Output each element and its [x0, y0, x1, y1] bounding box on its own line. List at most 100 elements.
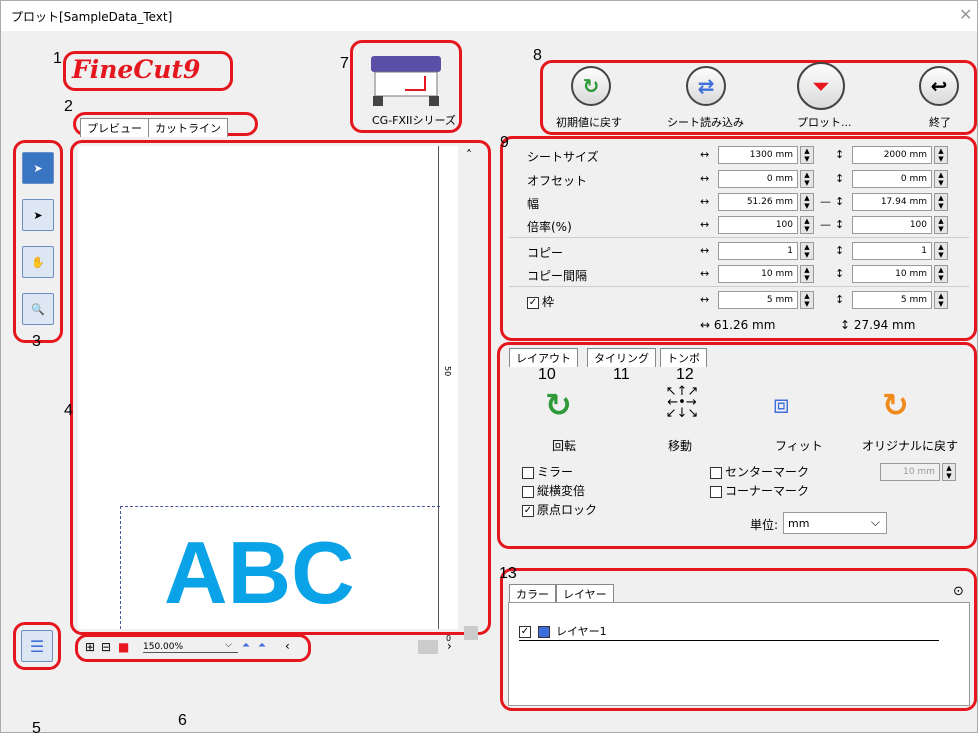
hand-tool-button[interactable]: ✋	[22, 246, 54, 278]
tab-trim-marks[interactable]: トンボ	[660, 348, 707, 367]
menu-circle-icon[interactable]: ⊙	[953, 584, 964, 599]
restore-original-label: オリジナルに戻す	[862, 439, 959, 453]
settings-row-label: 幅	[527, 197, 540, 211]
link-icon[interactable]: —	[820, 195, 831, 208]
tab-tiling[interactable]: タイリング	[587, 348, 656, 367]
move-arrows-icon[interactable]: ↖↑↗ ←•→ ↙↓↘	[665, 385, 699, 420]
height-input[interactable]: 100 ▲ ▼	[852, 216, 948, 234]
width-arrow-icon: ↔	[700, 172, 710, 185]
arrow-cursor-icon: ➤	[33, 208, 43, 222]
height-input[interactable]: 0 mm ▲ ▼	[852, 170, 948, 188]
vertical-scrollbar[interactable]: ˄	[460, 146, 482, 640]
layer-visible-checkbox[interactable]: ✓	[519, 626, 531, 638]
ruler-label-50: 50	[443, 366, 452, 377]
width-input[interactable]: 10 mm ▲ ▼	[718, 265, 814, 283]
fit-label: フィット	[775, 439, 823, 453]
settings-row: オフセット ↔ 0 mm ▲ ▼ ↕ 0 mm ▲ ▼	[505, 169, 973, 191]
corner-mark-checkbox[interactable]: コーナーマーク	[710, 482, 809, 499]
height-arrow-icon: ↕	[835, 148, 845, 161]
height-input[interactable]: 10 mm ▲ ▼	[852, 265, 948, 283]
tab-preview[interactable]: プレビュー	[80, 118, 149, 137]
plotter-icon[interactable]	[365, 52, 447, 108]
chevron-up-icon[interactable]: ˄	[466, 148, 472, 162]
center-mark-checkbox[interactable]: センターマーク	[710, 463, 809, 480]
node-select-tool-button[interactable]: ➤	[22, 199, 54, 231]
unit-select[interactable]: mm ⌵	[783, 512, 887, 534]
mark-margin-input[interactable]: 10 mm ▲ ▼	[880, 463, 956, 481]
zoom-tool-button[interactable]: 🔍	[22, 293, 54, 325]
tab-color[interactable]: カラー	[509, 584, 556, 603]
chevron-left-icon[interactable]: ‹	[285, 639, 290, 653]
restore-original-icon[interactable]: ↻	[882, 386, 909, 424]
fit-selection-icon[interactable]: ■	[118, 640, 129, 654]
height-input[interactable]: 1 ▲ ▼	[852, 242, 948, 260]
finecut-logo: FineCut9	[72, 55, 201, 84]
callout-number-4: 4	[64, 402, 73, 419]
tab-layout[interactable]: レイアウト	[509, 348, 578, 367]
layer-color-swatch	[537, 626, 550, 638]
zoom-out-icon[interactable]: ⏶	[258, 640, 266, 651]
plot-icon[interactable]: ⏷	[797, 62, 845, 110]
origin-lock-checkbox[interactable]: ✓ 原点ロック	[522, 501, 597, 518]
width-input[interactable]: 5 mm ▲ ▼	[718, 291, 814, 309]
return-icon[interactable]: ↩	[919, 66, 959, 106]
preview-canvas[interactable]: ABC 50 0	[78, 146, 458, 643]
fit-page-icon[interactable]: ⊞	[85, 640, 95, 654]
canvas-text[interactable]: ABC	[164, 522, 355, 624]
width-arrow-icon: ↔	[700, 195, 710, 208]
chevron-right-icon[interactable]: ›	[447, 639, 452, 653]
arrow-cursor-icon: ➤	[33, 161, 43, 175]
settings-row-label: 倍率(%)	[527, 220, 572, 234]
fit-width-icon[interactable]: ⊟	[101, 640, 111, 654]
chevron-down-icon[interactable]: ⌵	[225, 640, 232, 650]
close-icon[interactable]: ✕	[959, 5, 972, 24]
zoom-in-icon[interactable]: ⏶	[242, 640, 250, 651]
layer-row[interactable]: ✓ レイヤー1	[519, 623, 939, 641]
rotate-icon[interactable]: ↻	[545, 386, 572, 424]
settings-row: ✓ 枠 ↔ 5 mm ▲ ▼ ↕ 5 mm ▲ ▼	[505, 290, 973, 312]
zoom-select[interactable]: 150.00%	[143, 642, 238, 653]
scroll-thumb[interactable]	[464, 626, 478, 640]
reset-button-label[interactable]: 初期値に戻す	[556, 114, 622, 130]
settings-row: コピー ↔ 1 ▲ ▼ ↕ 1 ▲ ▼	[505, 241, 973, 263]
reset-icon[interactable]: ↻	[571, 66, 611, 106]
mirror-checkbox[interactable]: ミラー	[522, 463, 573, 480]
select-tool-button[interactable]: ➤	[22, 152, 54, 184]
width-input[interactable]: 1300 mm ▲ ▼	[718, 146, 814, 164]
settings-row-label: コピー	[527, 246, 564, 260]
width-arrow-icon: ↔	[700, 293, 710, 306]
tab-cutline[interactable]: カットライン	[148, 118, 228, 137]
layer-panel-button[interactable]: ☰	[21, 630, 53, 662]
width-input[interactable]: 51.26 mm ▲ ▼	[718, 193, 814, 211]
height-input[interactable]: 5 mm ▲ ▼	[852, 291, 948, 309]
aspect-checkbox[interactable]: 縦横変倍	[522, 482, 585, 499]
tab-layer[interactable]: レイヤー	[556, 584, 614, 603]
device-label: CG-FXIIシリーズ	[372, 114, 456, 127]
window-title: プロット[SampleData_Text]	[11, 10, 173, 24]
callout-number-11: 11	[613, 366, 630, 383]
settings-row: コピー間隔 ↔ 10 mm ▲ ▼ ↕ 10 mm ▲ ▼	[505, 264, 973, 286]
link-icon[interactable]: —	[820, 218, 831, 231]
chevron-down-icon: ⌵	[870, 515, 880, 529]
exit-button-label[interactable]: 終了	[929, 114, 951, 130]
settings-row-label: コピー間隔	[527, 269, 588, 283]
swap-icon[interactable]: ⇄	[686, 66, 726, 106]
height-arrow-icon: ↕	[835, 293, 845, 306]
h-scroll-thumb[interactable]	[418, 640, 438, 654]
fit-icon[interactable]: ⧈	[773, 390, 790, 421]
plot-button-label[interactable]: プロット...	[797, 114, 852, 130]
width-input[interactable]: 100 ▲ ▼	[718, 216, 814, 234]
settings-row: 幅 ↔ 51.26 mm ▲ ▼ — ↕ 17.94 mm ▲ ▼	[505, 192, 973, 214]
settings-row: シートサイズ ↔ 1300 mm ▲ ▼ ↕ 2000 mm ▲ ▼	[505, 145, 973, 167]
width-input[interactable]: 0 mm ▲ ▼	[718, 170, 814, 188]
width-input[interactable]: 1 ▲ ▼	[718, 242, 814, 260]
frame-checkbox[interactable]: ✓	[527, 296, 539, 309]
divider	[509, 237, 969, 238]
height-arrow-icon: ↕	[835, 218, 845, 231]
height-input[interactable]: 17.94 mm ▲ ▼	[852, 193, 948, 211]
read-sheet-button-label[interactable]: シート読み込み	[667, 114, 744, 130]
callout-number-2: 2	[64, 98, 73, 115]
height-input[interactable]: 2000 mm ▲ ▼	[852, 146, 948, 164]
layer-name: レイヤー1	[556, 625, 607, 638]
width-arrow-icon: ↔	[700, 148, 710, 161]
